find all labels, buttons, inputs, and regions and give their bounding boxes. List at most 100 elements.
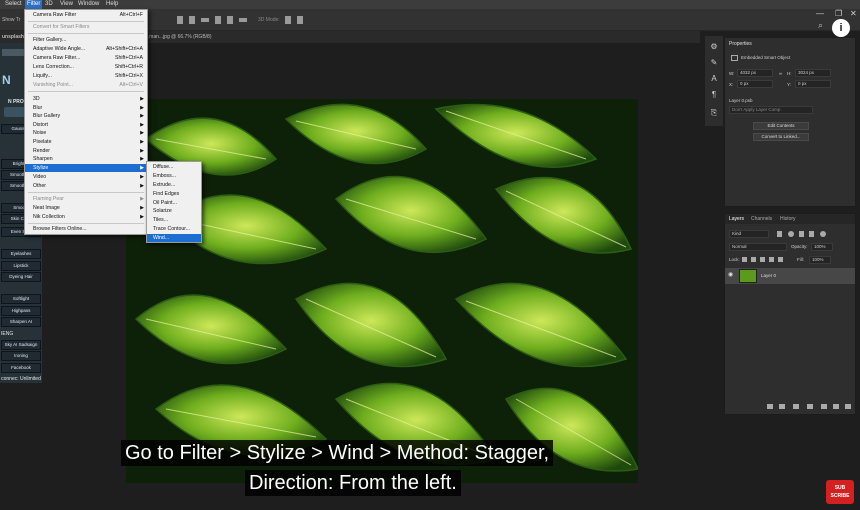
- subscribe-badge-top: SUB: [834, 485, 846, 491]
- submenu-item-find-edges[interactable]: Find Edges: [147, 190, 201, 198]
- menu-item-flaming-pear[interactable]: Flaming Pear ▶: [25, 195, 147, 203]
- h-label: H:: [787, 71, 792, 76]
- doc-tab-title[interactable]: ...man...jpg @ 66.7% (RGB/8): [145, 31, 212, 43]
- plugin-btn-eyelashes[interactable]: Eyelashes: [1, 249, 41, 259]
- search-icon[interactable]: ⌕: [818, 20, 823, 31]
- submenu-arrow-icon: ▶: [140, 96, 144, 102]
- plugin-btn-highpass[interactable]: Highpass: [1, 306, 41, 316]
- fill-label: Fill:: [797, 257, 804, 262]
- plugin-btn-sharpen-ai[interactable]: Sharpen AI: [1, 317, 41, 327]
- menu-item-lens-correction[interactable]: Lens Correction... Shift+Ctrl+R: [25, 63, 147, 71]
- close-icon[interactable]: ✕: [850, 9, 857, 18]
- menu-window[interactable]: Window: [78, 0, 99, 9]
- convert-to-linked-button[interactable]: Convert to Linked...: [753, 133, 809, 141]
- menu-help[interactable]: Help: [106, 0, 118, 9]
- subtitle-line-1: Go to Filter > Stylize > Wind > Method: …: [121, 440, 554, 466]
- visibility-eye-icon[interactable]: ◉: [728, 271, 733, 278]
- submenu-arrow-icon: ▶: [140, 214, 144, 220]
- filter-type-icons[interactable]: [775, 230, 835, 238]
- submenu-item-trace-contour[interactable]: Trace Contour...: [147, 225, 201, 233]
- width-field[interactable]: 4032 px: [737, 69, 773, 77]
- menu-item-adaptive-wide[interactable]: Adaptive Wide Angle... Alt+Shift+Ctrl+A: [25, 45, 147, 53]
- menu-separator: [28, 33, 144, 34]
- submenu-arrow-icon: ▶: [140, 165, 144, 171]
- plugin-btn-softlight[interactable]: Softlight: [1, 294, 41, 304]
- menu-item-3d[interactable]: 3D ▶: [25, 95, 147, 103]
- tab-history[interactable]: History: [780, 216, 796, 222]
- layer-row[interactable]: ◉ Layer 0: [725, 268, 855, 284]
- menu-item-liquify[interactable]: Liquify... Shift+Ctrl+X: [25, 72, 147, 80]
- menu-item-blur[interactable]: Blur ▶: [25, 104, 147, 112]
- panel-tool-strip: ⚙ ✎ A ¶ ⎘: [705, 36, 723, 126]
- layers-footer-icons[interactable]: [765, 402, 853, 412]
- menu-view[interactable]: View: [60, 0, 73, 9]
- menu-item-neat-image[interactable]: Neat Image ▶: [25, 204, 147, 212]
- tab-layers[interactable]: Layers: [729, 216, 744, 222]
- menu-filter[interactable]: Filter: [25, 0, 43, 9]
- tab-channels[interactable]: Channels: [751, 216, 772, 222]
- character-icon[interactable]: A: [709, 74, 719, 84]
- menu-item-pixelate[interactable]: Pixelate ▶: [25, 138, 147, 146]
- menu-item-blur-gallery[interactable]: Blur Gallery ▶: [25, 112, 147, 120]
- submenu-arrow-icon: ▶: [140, 196, 144, 202]
- menu-item-render[interactable]: Render ▶: [25, 147, 147, 155]
- fill-field[interactable]: 100%: [809, 256, 831, 264]
- plugin-btn-lipstick[interactable]: Lipstick: [1, 261, 41, 271]
- menu-item-sharpen[interactable]: Sharpen ▶: [25, 155, 147, 163]
- submenu-item-tiles[interactable]: Tiles...: [147, 216, 201, 224]
- blend-mode-select[interactable]: Normal: [729, 243, 787, 251]
- submenu-item-extrude[interactable]: Extrude...: [147, 181, 201, 189]
- height-field[interactable]: 3024 px: [795, 69, 831, 77]
- menu-item-noise[interactable]: Noise ▶: [25, 129, 147, 137]
- submenu-item-solarize[interactable]: Solarize: [147, 207, 201, 215]
- menu-item-nik-collection[interactable]: Nik Collection ▶: [25, 213, 147, 221]
- doc-tab-left[interactable]: unsplash: [2, 31, 24, 43]
- properties-title: Properties: [729, 41, 752, 47]
- clone-source-icon[interactable]: ⎘: [709, 108, 719, 118]
- plugin-btn-ironing[interactable]: Ironing: [1, 351, 41, 361]
- show-transform-label[interactable]: Show Tr: [2, 17, 20, 23]
- menu-3d[interactable]: 3D: [45, 0, 53, 9]
- menu-item-browse-online[interactable]: Browse Filters Online...: [25, 225, 147, 233]
- restore-icon[interactable]: ❐: [835, 9, 842, 18]
- submenu-arrow-icon: ▶: [140, 139, 144, 145]
- submenu-item-emboss[interactable]: Emboss...: [147, 172, 201, 180]
- align-icons[interactable]: [175, 14, 315, 26]
- minimize-icon[interactable]: —: [816, 9, 824, 18]
- opacity-field[interactable]: 100%: [811, 243, 833, 251]
- subscribe-badge[interactable]: SUB SCRIBE: [826, 480, 854, 504]
- plugin-btn-facebook[interactable]: Facebook: [1, 363, 41, 373]
- submenu-item-oil-paint[interactable]: Oil Paint...: [147, 199, 201, 207]
- link-icon[interactable]: ∞: [779, 71, 782, 76]
- history-icon[interactable]: ⚙: [709, 42, 719, 52]
- menu-item-camera-raw-last[interactable]: Camera Raw Filter Alt+Ctrl+F: [25, 11, 147, 19]
- submenu-item-wind[interactable]: Wind...: [147, 234, 201, 242]
- object-type-label: Embedded Smart Object: [741, 55, 791, 60]
- edit-contents-button[interactable]: Edit Contents: [753, 122, 809, 130]
- menu-item-stylize[interactable]: Stylize ▶: [25, 164, 147, 172]
- submenu-item-diffuse[interactable]: Diffuse...: [147, 163, 201, 171]
- menu-item-vanishing-point[interactable]: Vanishing Point... Alt+Ctrl+V: [25, 81, 147, 89]
- lock-icons[interactable]: [741, 256, 785, 264]
- plugin-btn-sky-ai[interactable]: Sky AI Sadsaign: [1, 340, 41, 350]
- y-field[interactable]: 0 px: [795, 80, 831, 88]
- menu-item-other[interactable]: Other ▶: [25, 182, 147, 190]
- menu-item-camera-raw[interactable]: Camera Raw Filter... Shift+Ctrl+A: [25, 54, 147, 62]
- plugin-btn-dyeing-hair[interactable]: Dyeing Hair: [1, 272, 41, 282]
- menu-item-distort[interactable]: Distort ▶: [25, 121, 147, 129]
- x-field[interactable]: 0 px: [737, 80, 773, 88]
- menu-bar: Select Filter 3D View Window Help: [0, 0, 860, 9]
- menu-item-convert-smart[interactable]: Convert for Smart Filters: [25, 23, 147, 31]
- paragraph-icon[interactable]: ¶: [709, 90, 719, 100]
- submenu-arrow-icon: ▶: [140, 148, 144, 154]
- menu-separator: [28, 192, 144, 193]
- layer-name[interactable]: Layer 0: [761, 273, 776, 278]
- menu-item-video[interactable]: Video ▶: [25, 173, 147, 181]
- menu-select[interactable]: Select: [5, 0, 22, 9]
- info-icon[interactable]: i: [832, 19, 850, 37]
- menu-item-filter-gallery[interactable]: Filter Gallery...: [25, 36, 147, 44]
- document-canvas[interactable]: [126, 99, 638, 483]
- brush-settings-icon[interactable]: ✎: [709, 58, 719, 68]
- layer-comp-select[interactable]: Don't Apply Layer Comp: [729, 106, 813, 114]
- layer-filter-select[interactable]: Kind: [729, 230, 769, 238]
